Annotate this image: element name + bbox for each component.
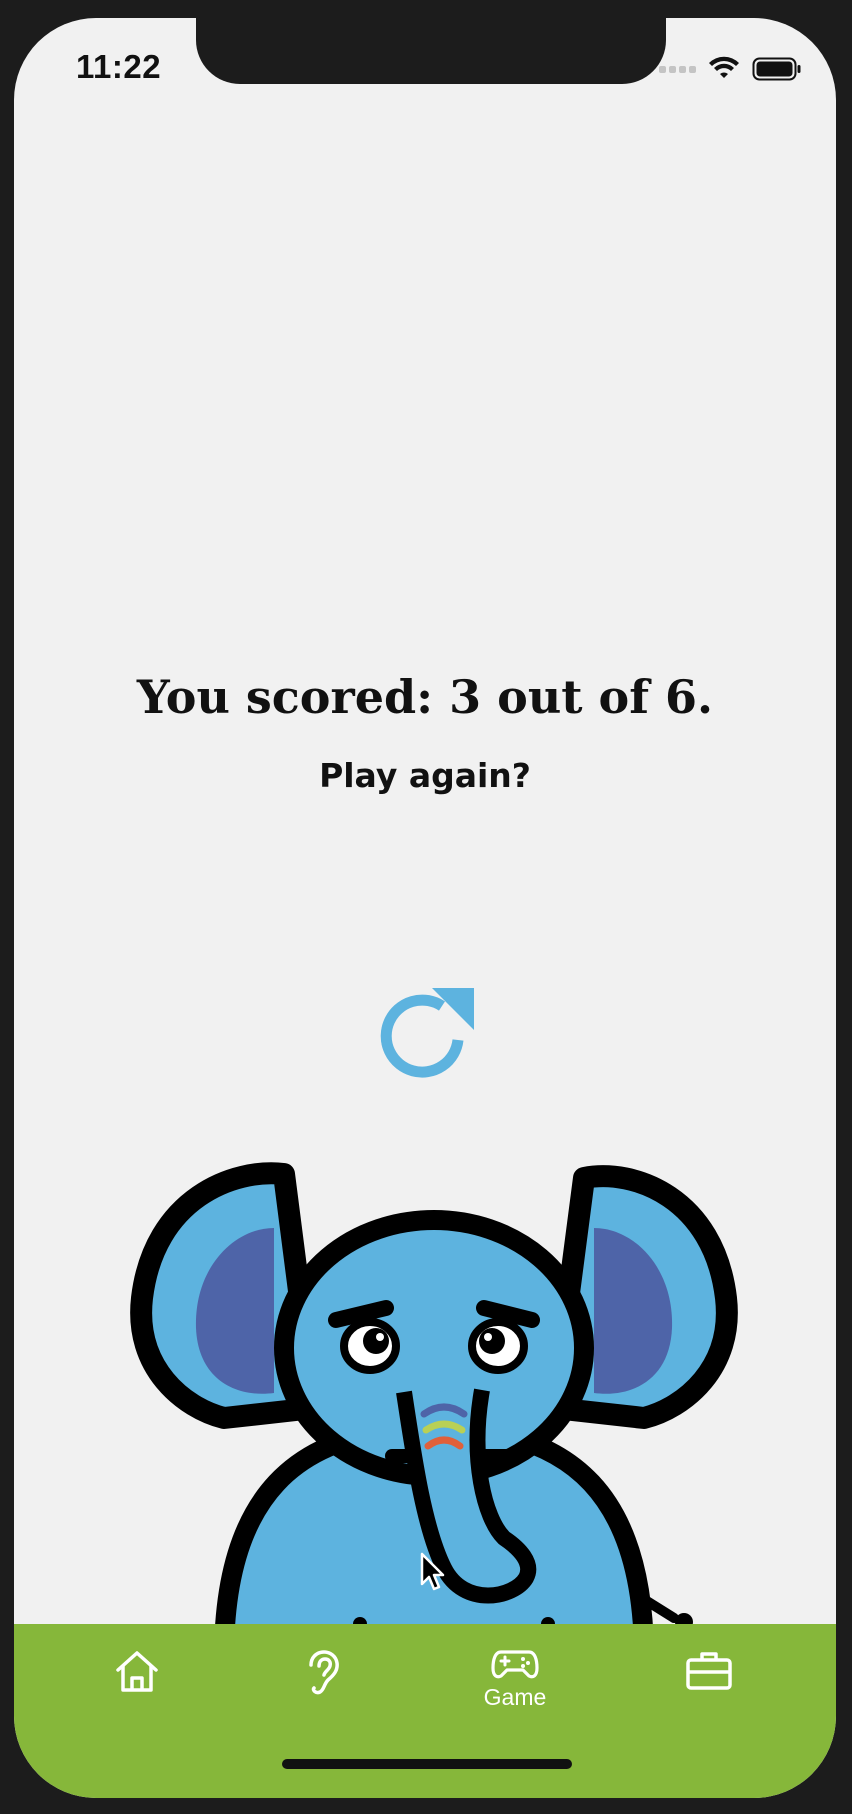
status-time: 11:22 bbox=[76, 48, 162, 85]
bottom-tab-bar: Game bbox=[14, 1624, 836, 1798]
mouse-pointer-icon bbox=[420, 1552, 445, 1591]
play-again-prompt: Play again? bbox=[319, 756, 531, 795]
home-indicator bbox=[282, 1759, 572, 1769]
device-notch bbox=[196, 18, 666, 84]
ear-icon bbox=[309, 1650, 339, 1695]
cellular-signal-icon bbox=[659, 65, 696, 73]
replay-button[interactable] bbox=[370, 980, 482, 1092]
app-screen: 11:22 You scored: 3 out of 6. Play again… bbox=[14, 18, 836, 1798]
tab-game-label: Game bbox=[483, 1684, 547, 1710]
battery-icon bbox=[752, 57, 801, 81]
score-heading: You scored: 3 out of 6. bbox=[136, 670, 714, 724]
gamepad-icon bbox=[491, 1650, 539, 1679]
status-icons bbox=[659, 56, 802, 82]
briefcase-icon bbox=[686, 1652, 732, 1690]
home-icon bbox=[116, 1651, 158, 1692]
tab-home[interactable] bbox=[82, 1648, 192, 1738]
tab-game[interactable]: Game bbox=[460, 1644, 570, 1734]
replay-icon bbox=[380, 988, 474, 1078]
wifi-icon bbox=[709, 56, 739, 78]
tab-listen[interactable] bbox=[270, 1648, 380, 1738]
tab-toolkit[interactable] bbox=[654, 1648, 764, 1738]
